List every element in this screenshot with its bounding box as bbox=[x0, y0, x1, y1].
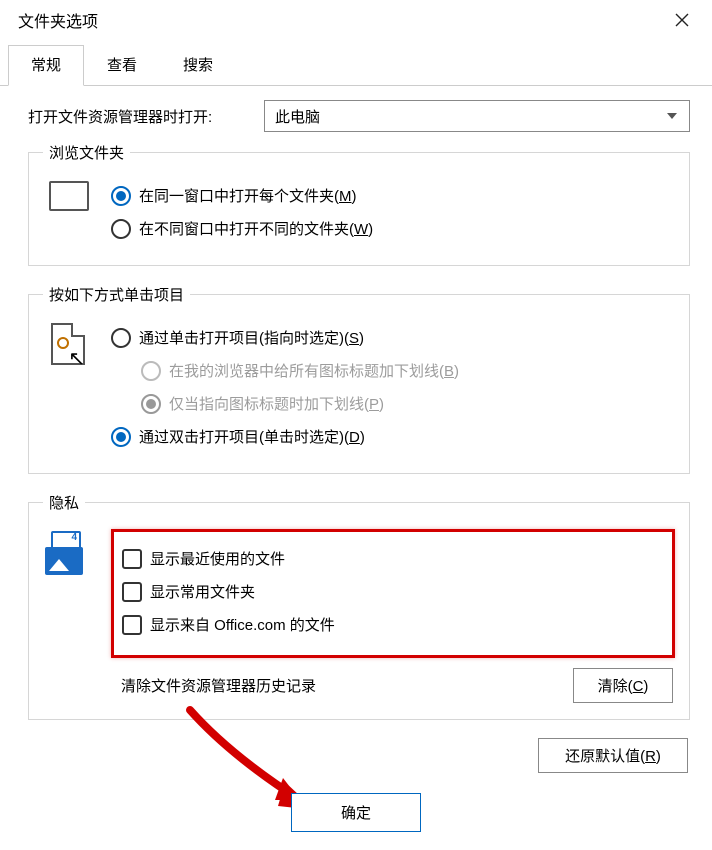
radio-diff-window[interactable]: 在不同窗口中打开不同的文件夹(W) bbox=[111, 218, 675, 239]
folder-icon bbox=[49, 181, 89, 211]
open-explorer-dropdown[interactable]: 此电脑 bbox=[264, 100, 690, 132]
radio-label: 仅当指向图标标题时加下划线(P) bbox=[169, 393, 384, 414]
checkbox-label: 显示常用文件夹 bbox=[150, 581, 255, 602]
checkbox-icon bbox=[122, 582, 142, 602]
window-title: 文件夹选项 bbox=[18, 8, 98, 32]
file-click-icon: ↖ bbox=[47, 323, 91, 371]
tab-bar: 常规 查看 搜索 bbox=[0, 44, 712, 86]
privacy-group: 隐私 显示最近使用的文件 显示常用文件夹 显示来自 bbox=[28, 492, 690, 720]
tab-general[interactable]: 常规 bbox=[8, 45, 84, 86]
checkbox-label: 显示最近使用的文件 bbox=[150, 548, 285, 569]
privacy-legend: 隐私 bbox=[43, 492, 85, 513]
browse-folders-group: 浏览文件夹 在同一窗口中打开每个文件夹(M) 在不同窗口中打开不同的文件夹(W) bbox=[28, 142, 690, 266]
open-explorer-label: 打开文件资源管理器时打开: bbox=[28, 106, 248, 127]
radio-label: 在我的浏览器中给所有图标标题加下划线(B) bbox=[169, 360, 459, 381]
radio-same-window[interactable]: 在同一窗口中打开每个文件夹(M) bbox=[111, 185, 675, 206]
open-explorer-value: 此电脑 bbox=[275, 106, 320, 127]
radio-icon bbox=[111, 186, 131, 206]
tab-view[interactable]: 查看 bbox=[84, 45, 160, 86]
restore-defaults-button[interactable]: 还原默认值(R) bbox=[538, 738, 688, 773]
click-legend: 按如下方式单击项目 bbox=[43, 284, 190, 305]
radio-label: 在不同窗口中打开不同的文件夹(W) bbox=[139, 218, 373, 239]
radio-double-click[interactable]: 通过双击打开项目(单击时选定)(D) bbox=[111, 426, 675, 447]
radio-label: 通过单击打开项目(指向时选定)(S) bbox=[139, 327, 364, 348]
checkbox-label: 显示来自 Office.com 的文件 bbox=[150, 614, 335, 635]
checkbox-icon bbox=[122, 549, 142, 569]
browse-legend: 浏览文件夹 bbox=[43, 142, 130, 163]
radio-single-click[interactable]: 通过单击打开项目(指向时选定)(S) bbox=[111, 327, 675, 348]
radio-icon bbox=[111, 219, 131, 239]
click-items-group: 按如下方式单击项目 ↖ 通过单击打开项目(指向时选定)(S) 在我的浏览器中给所… bbox=[28, 284, 690, 474]
radio-icon bbox=[141, 394, 161, 414]
privacy-icon bbox=[45, 531, 93, 575]
close-icon bbox=[675, 13, 689, 27]
radio-label: 通过双击打开项目(单击时选定)(D) bbox=[139, 426, 365, 447]
radio-underline-all: 在我的浏览器中给所有图标标题加下划线(B) bbox=[141, 360, 675, 381]
check-frequent-folders[interactable]: 显示常用文件夹 bbox=[122, 581, 664, 602]
ok-button[interactable]: 确定 bbox=[291, 793, 421, 832]
radio-icon bbox=[111, 328, 131, 348]
close-button[interactable] bbox=[662, 5, 702, 35]
radio-label: 在同一窗口中打开每个文件夹(M) bbox=[139, 185, 357, 206]
radio-underline-hover: 仅当指向图标标题时加下划线(P) bbox=[141, 393, 675, 414]
radio-icon bbox=[141, 361, 161, 381]
checkbox-icon bbox=[122, 615, 142, 635]
highlight-annotation: 显示最近使用的文件 显示常用文件夹 显示来自 Office.com 的文件 bbox=[111, 529, 675, 658]
check-recent-files[interactable]: 显示最近使用的文件 bbox=[122, 548, 664, 569]
tab-search[interactable]: 搜索 bbox=[160, 45, 236, 86]
clear-button[interactable]: 清除(C) bbox=[573, 668, 673, 703]
check-office-files[interactable]: 显示来自 Office.com 的文件 bbox=[122, 614, 664, 635]
radio-icon bbox=[111, 427, 131, 447]
clear-history-label: 清除文件资源管理器历史记录 bbox=[121, 675, 316, 696]
